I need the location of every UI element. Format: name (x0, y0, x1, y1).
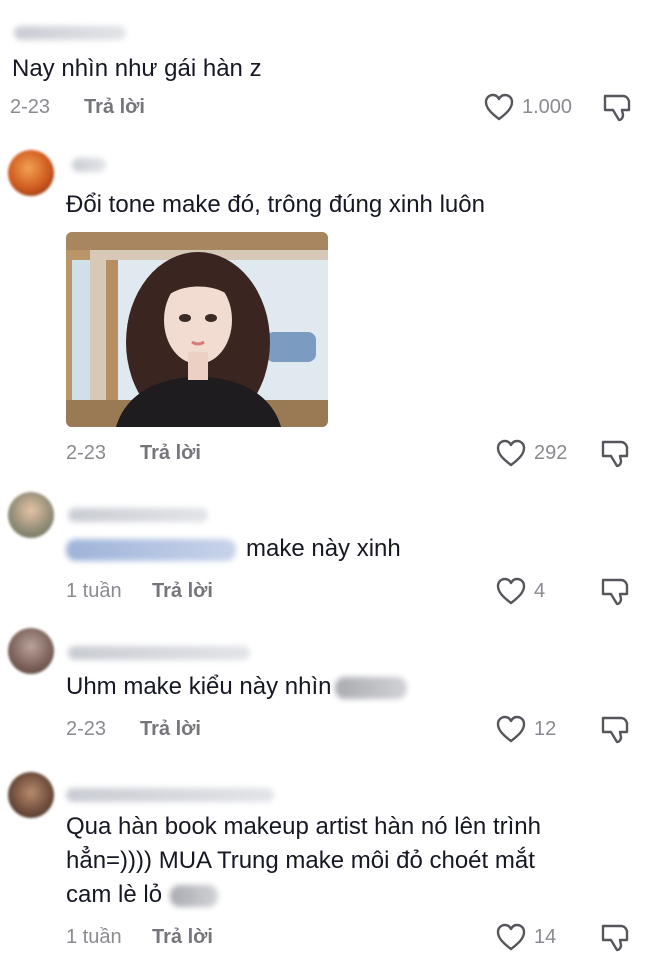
heart-outline-icon (496, 439, 526, 467)
comment-text: Nay nhìn như gái hàn z (12, 55, 262, 82)
thumbs-down-outline-icon[interactable] (600, 923, 630, 953)
heart-outline-icon (496, 923, 526, 951)
comment-text-line2: hẳn=)))) MUA Trung make môi đỏ choét mắt (66, 847, 535, 874)
avatar[interactable] (8, 492, 54, 538)
comment-date: 1 tuần (66, 926, 122, 948)
commenter-name-blurred (68, 646, 250, 660)
comment-date: 2-23 (66, 718, 107, 740)
comment-text: make này xinh (66, 532, 401, 566)
reply-button[interactable]: Trả lời (152, 926, 213, 949)
avatar[interactable] (8, 628, 54, 674)
avatar[interactable] (8, 150, 54, 196)
reply-button[interactable]: Trả lời (140, 442, 201, 465)
like-count: 4 (534, 579, 546, 602)
word-blurred (170, 884, 219, 907)
thumbs-down-outline-icon[interactable] (600, 577, 630, 607)
comment-text-line3: cam lè lỏ (66, 878, 219, 912)
like-button[interactable]: 12 (496, 715, 556, 743)
reply-button[interactable]: Trả lời (84, 96, 145, 119)
thumbs-down-outline-icon[interactable] (602, 93, 632, 123)
like-count: 14 (534, 925, 557, 948)
like-button[interactable]: 292 (496, 439, 567, 467)
like-button[interactable]: 4 (496, 577, 545, 605)
comment-text: Uhm make kiểu này nhìn (66, 670, 408, 704)
thumbs-down-outline-icon[interactable] (600, 439, 630, 469)
comment-text-content: Uhm make kiểu này nhìn (66, 673, 332, 700)
like-count: 12 (534, 717, 557, 740)
comment-date: 2-23 (10, 96, 51, 118)
heart-outline-icon (484, 93, 514, 121)
word-blurred (335, 676, 408, 699)
like-button[interactable]: 1.000 (484, 93, 572, 121)
heart-outline-icon (496, 577, 526, 605)
comment-text-content: cam lè lỏ (66, 881, 163, 908)
avatar[interactable] (8, 772, 54, 818)
heart-outline-icon (496, 715, 526, 743)
comment-text-line1: Qua hàn book makeup artist hàn nó lên tr… (66, 813, 541, 840)
like-count: 1.000 (522, 95, 573, 118)
reply-button[interactable]: Trả lời (152, 580, 213, 603)
commenter-name-blurred (68, 508, 208, 522)
commenter-name-blurred (14, 26, 126, 40)
comment-date: 1 tuần (66, 580, 122, 602)
comment-text-content: make này xinh (246, 535, 401, 562)
commenter-name-blurred (66, 788, 274, 802)
commenter-name-blurred (72, 158, 106, 172)
mention-blurred[interactable] (66, 538, 236, 561)
thumbs-down-outline-icon[interactable] (600, 715, 630, 745)
comment-date: 2-23 (66, 442, 107, 464)
like-button[interactable]: 14 (496, 923, 556, 951)
comment-text: Đổi tone make đó, trông đúng xinh luôn (66, 191, 485, 218)
reply-button[interactable]: Trả lời (140, 718, 201, 741)
like-count: 292 (534, 441, 568, 464)
comment-photo[interactable] (66, 232, 328, 427)
